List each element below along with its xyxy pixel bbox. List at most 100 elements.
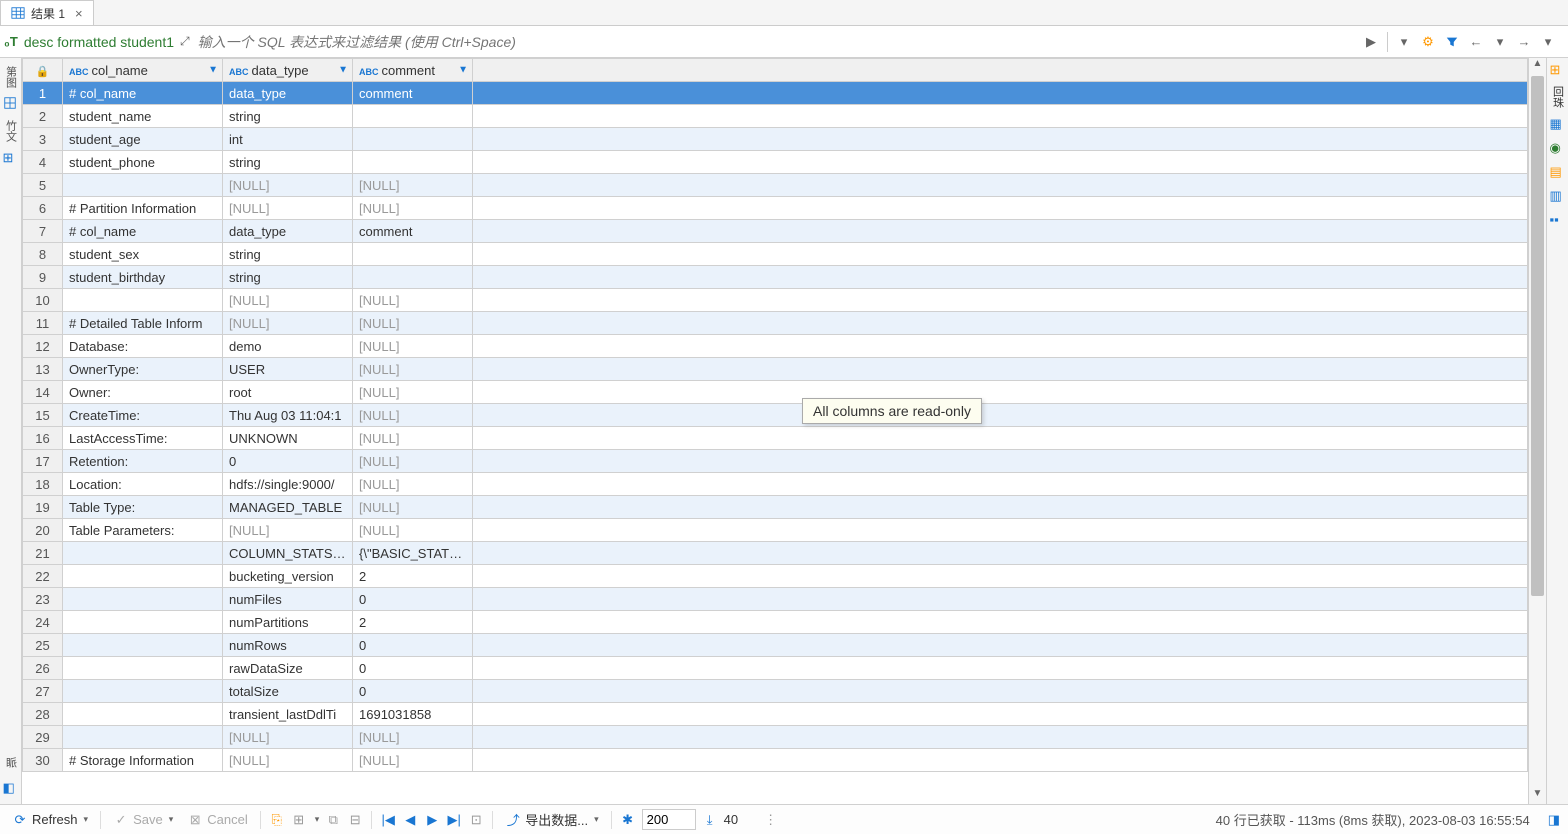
panels-icon[interactable]: ⊞ (1550, 62, 1566, 78)
cell[interactable]: [NULL] (353, 381, 473, 404)
tree-icon[interactable]: ⊞ (3, 150, 19, 166)
side-label-2[interactable]: 竹文 (3, 120, 19, 142)
cell[interactable]: student_age (63, 128, 223, 151)
table-row[interactable]: 6# Partition Information[NULL][NULL] (23, 197, 1528, 220)
row-number[interactable]: 10 (23, 289, 63, 312)
record-icon[interactable]: ◧ (3, 780, 19, 796)
cell[interactable]: Table Parameters: (63, 519, 223, 542)
row-number[interactable]: 4 (23, 151, 63, 174)
vertical-scrollbar[interactable]: ▲ ▼ (1528, 58, 1546, 804)
cell[interactable]: string (223, 105, 353, 128)
row-number[interactable]: 15 (23, 404, 63, 427)
column-header-comment[interactable]: ABCcomment▼ (353, 59, 473, 82)
cell[interactable] (63, 289, 223, 312)
prev-page-icon[interactable]: ◀ (402, 812, 418, 828)
table-row[interactable]: 22bucketing_version2 (23, 565, 1528, 588)
table-row[interactable]: 16LastAccessTime:UNKNOWN[NULL] (23, 427, 1528, 450)
cell[interactable] (63, 588, 223, 611)
row-number[interactable]: 8 (23, 243, 63, 266)
cell[interactable]: [NULL] (223, 519, 353, 542)
cell[interactable]: [NULL] (223, 174, 353, 197)
cell[interactable]: string (223, 151, 353, 174)
row-number[interactable]: 29 (23, 726, 63, 749)
row-number[interactable]: 30 (23, 749, 63, 772)
cell[interactable]: [NULL] (353, 496, 473, 519)
cell[interactable]: {\"BASIC_STATS\": (353, 542, 473, 565)
row-number[interactable]: 9 (23, 266, 63, 289)
table-row[interactable]: 14Owner:root[NULL] (23, 381, 1528, 404)
scroll-up-icon[interactable]: ▲ (1529, 58, 1546, 74)
arrow-right-icon[interactable]: → (1516, 34, 1532, 50)
cell[interactable]: [NULL] (353, 174, 473, 197)
panel-icon-1[interactable]: ▦ (1550, 116, 1566, 132)
cell[interactable]: [NULL] (223, 749, 353, 772)
cell[interactable]: MANAGED_TABLE (223, 496, 353, 519)
last-page-icon[interactable]: ▶| (446, 812, 462, 828)
table-row[interactable]: 1# col_namedata_typecomment (23, 82, 1528, 105)
panel-icon-2[interactable]: ◉ (1550, 140, 1566, 156)
row-number[interactable]: 14 (23, 381, 63, 404)
gear-icon[interactable]: ⚙ (1420, 34, 1436, 50)
cell[interactable]: 1691031858 (353, 703, 473, 726)
play-icon[interactable]: ▶ (1363, 34, 1379, 50)
table-row[interactable]: 26rawDataSize0 (23, 657, 1528, 680)
cell[interactable]: student_name (63, 105, 223, 128)
row-number[interactable]: 26 (23, 657, 63, 680)
row-number[interactable]: 27 (23, 680, 63, 703)
table-row[interactable]: 2student_namestring (23, 105, 1528, 128)
grid-icon[interactable] (3, 96, 19, 112)
cell[interactable] (63, 634, 223, 657)
cancel-button[interactable]: ⊠ Cancel (183, 810, 251, 830)
first-page-icon[interactable]: |◀ (380, 812, 396, 828)
cell[interactable]: # col_name (63, 220, 223, 243)
table-row[interactable]: 21COLUMN_STATS_A{\"BASIC_STATS\": (23, 542, 1528, 565)
cell[interactable] (353, 266, 473, 289)
table-row[interactable]: 27totalSize0 (23, 680, 1528, 703)
refresh-button[interactable]: ⟳ Refresh▾ (8, 810, 92, 830)
cell[interactable] (353, 243, 473, 266)
table-row[interactable]: 30# Storage Information[NULL][NULL] (23, 749, 1528, 772)
cell[interactable]: student_phone (63, 151, 223, 174)
row-number[interactable]: 24 (23, 611, 63, 634)
cell[interactable]: bucketing_version (223, 565, 353, 588)
rownum-header[interactable]: 🔒 (23, 59, 63, 82)
cell[interactable]: Retention: (63, 450, 223, 473)
table-row[interactable]: 4student_phonestring (23, 151, 1528, 174)
table-row[interactable]: 15CreateTime:Thu Aug 03 11:04:1[NULL] (23, 404, 1528, 427)
table-row[interactable]: 17Retention:0[NULL] (23, 450, 1528, 473)
cell[interactable]: string (223, 243, 353, 266)
chevron-down-icon[interactable]: ▼ (208, 65, 218, 76)
cell[interactable]: OwnerType: (63, 358, 223, 381)
row-number[interactable]: 1 (23, 82, 63, 105)
row-number[interactable]: 22 (23, 565, 63, 588)
row-number[interactable]: 23 (23, 588, 63, 611)
cell[interactable]: [NULL] (353, 404, 473, 427)
cell[interactable]: int (223, 128, 353, 151)
chevron-down-icon[interactable]: ▼ (458, 65, 468, 76)
table-row[interactable]: 5[NULL][NULL] (23, 174, 1528, 197)
row-number[interactable]: 7 (23, 220, 63, 243)
cell[interactable]: [NULL] (353, 197, 473, 220)
side-label-record[interactable]: 眽 (3, 757, 19, 768)
row-number[interactable]: 12 (23, 335, 63, 358)
table-row[interactable]: 18Location:hdfs://single:9000/[NULL] (23, 473, 1528, 496)
table-row[interactable]: 3student_ageint (23, 128, 1528, 151)
cell[interactable]: [NULL] (223, 197, 353, 220)
script-icon[interactable]: ⎘ (269, 812, 285, 828)
cell[interactable] (63, 703, 223, 726)
cell[interactable]: 0 (353, 634, 473, 657)
cell[interactable]: [NULL] (353, 519, 473, 542)
cell[interactable]: student_sex (63, 243, 223, 266)
cell[interactable]: numFiles (223, 588, 353, 611)
cell[interactable]: [NULL] (223, 726, 353, 749)
next-page-icon[interactable]: ▶ (424, 812, 440, 828)
table-row[interactable]: 25numRows0 (23, 634, 1528, 657)
cell[interactable]: [NULL] (353, 427, 473, 450)
cell[interactable]: [NULL] (353, 749, 473, 772)
cell[interactable]: # Detailed Table Inform (63, 312, 223, 335)
scrollbar-thumb[interactable] (1531, 76, 1544, 596)
cell[interactable] (63, 542, 223, 565)
row-number[interactable]: 28 (23, 703, 63, 726)
table-row[interactable]: 7# col_namedata_typecomment (23, 220, 1528, 243)
table-row[interactable]: 12Database:demo[NULL] (23, 335, 1528, 358)
